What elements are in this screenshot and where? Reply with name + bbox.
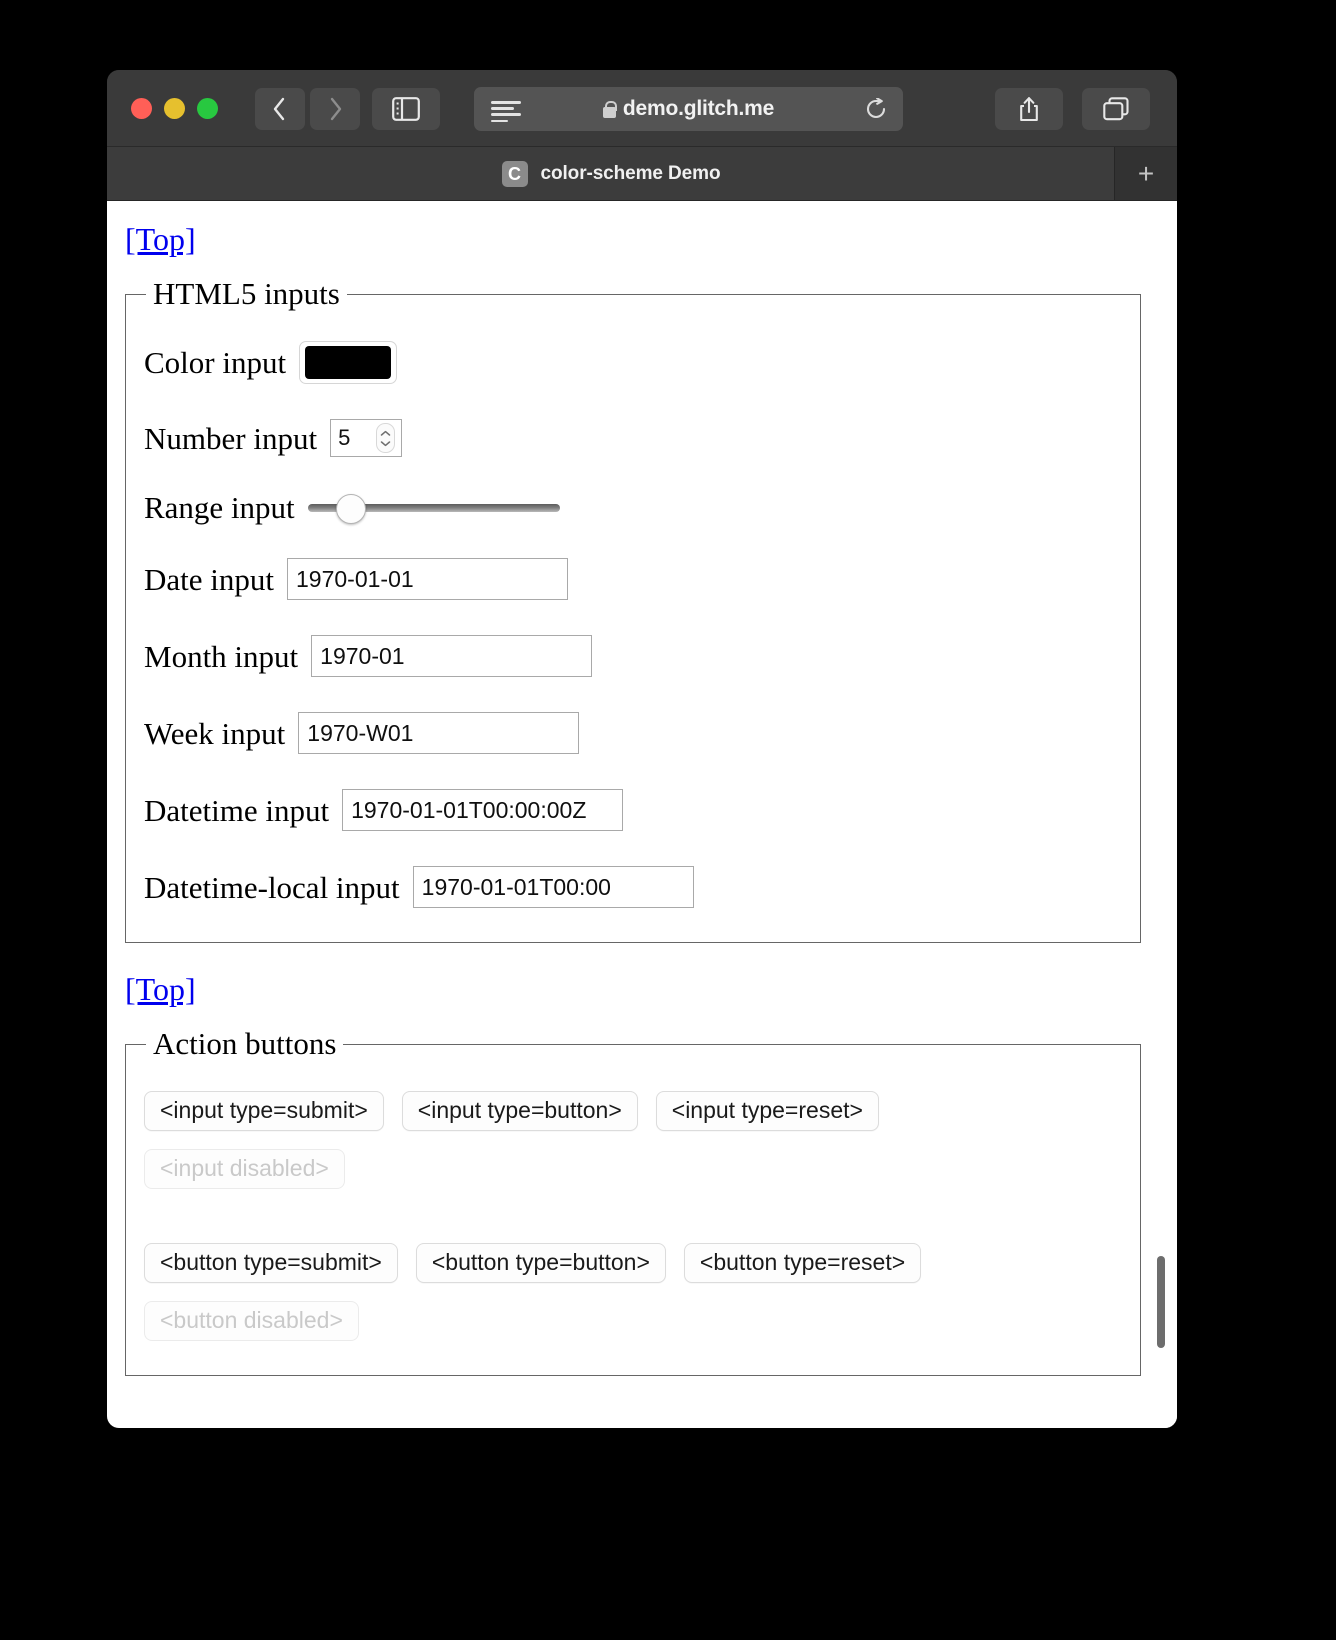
url-host: demo.glitch.me [622, 97, 775, 120]
datetime-input-value: 1970-01-01T00:00:00Z [351, 796, 587, 823]
window-controls [131, 98, 218, 119]
address-bar[interactable]: demo.glitch.me [474, 87, 903, 131]
month-input-label: Month input [144, 638, 299, 674]
url-text: demo.glitch.me [623, 97, 774, 121]
reload-icon[interactable] [865, 97, 887, 125]
back-button[interactable] [255, 88, 305, 130]
new-tab-button[interactable]: + [1114, 147, 1177, 200]
range-thumb[interactable] [335, 493, 366, 524]
field-row-range: Range input [144, 490, 1122, 526]
button-disabled-button: <button disabled> [144, 1301, 359, 1342]
field-row-color: Color input [144, 341, 1122, 385]
field-row-datetime: Datetime input 1970-01-01T00:00:00Z [144, 789, 1122, 832]
page-viewport: [Top] HTML5 inputs Color input Number in… [107, 201, 1177, 1428]
page-content: [Top] HTML5 inputs Color input Number in… [107, 201, 1177, 1428]
page-scrollbar-track[interactable] [1143, 201, 1177, 1428]
action-buttons-legend: Action buttons [153, 1026, 337, 1062]
top-link-container-1: [Top] [121, 201, 1141, 255]
html5-inputs-fieldset: HTML5 inputs Color input Number input 5 [125, 276, 1141, 944]
field-row-number: Number input 5 [144, 419, 1122, 458]
button-reset-button[interactable]: <button type=reset> [683, 1243, 922, 1284]
button-disabled-row: <button disabled> [144, 1301, 1122, 1342]
color-swatch-fill [305, 346, 392, 380]
input-disabled-button: <input disabled> [144, 1149, 345, 1190]
month-input-value: 1970-01 [320, 642, 405, 669]
range-input-label: Range input [144, 490, 295, 526]
action-buttons-body: <input type=submit> <input type=button> … [126, 1061, 1140, 1375]
favicon: C [501, 160, 528, 187]
field-row-datetime-local: Datetime-local input 1970-01-01T00:00 [144, 866, 1122, 909]
minimize-window-button[interactable] [164, 98, 185, 119]
forward-button[interactable] [310, 88, 360, 130]
button-submit-button[interactable]: <button type=submit> [144, 1243, 398, 1284]
date-input[interactable]: 1970-01-01 [287, 558, 568, 601]
input-buttons-row: <input type=submit> <input type=button> … [144, 1091, 1122, 1132]
date-input-value: 1970-01-01 [296, 565, 414, 592]
input-submit-button[interactable]: <input type=submit> [144, 1091, 384, 1132]
share-button[interactable] [995, 88, 1063, 130]
page-scrollbar-thumb[interactable] [1157, 1256, 1165, 1348]
color-input-label: Color input [144, 345, 287, 381]
datetime-input[interactable]: 1970-01-01T00:00:00Z [342, 789, 624, 832]
number-stepper[interactable] [376, 423, 396, 454]
field-row-month: Month input 1970-01 [144, 635, 1122, 678]
week-input[interactable]: 1970-W01 [298, 712, 580, 755]
month-input[interactable]: 1970-01 [311, 635, 593, 678]
html5-inputs-body: Color input Number input 5 Range input D… [126, 311, 1140, 942]
lock-icon [602, 100, 618, 118]
browser-toolbar: demo.glitch.me [107, 70, 1177, 147]
week-input-label: Week input [144, 715, 286, 751]
field-row-week: Week input 1970-W01 [144, 712, 1122, 755]
color-input[interactable] [299, 341, 398, 385]
number-input[interactable]: 5 [330, 419, 403, 458]
close-window-button[interactable] [131, 98, 152, 119]
html5-inputs-legend: HTML5 inputs [153, 276, 340, 311]
range-input[interactable] [307, 493, 560, 524]
safari-window: demo.glitch.me C color-scheme Demo + [To… [107, 70, 1177, 1428]
datetime-local-input[interactable]: 1970-01-01T00:00 [412, 866, 694, 909]
number-input-label: Number input [144, 420, 318, 456]
desktop-background: demo.glitch.me C color-scheme Demo + [To… [0, 0, 1336, 1640]
input-reset-button[interactable]: <input type=reset> [655, 1091, 879, 1132]
datetime-input-label: Datetime input [144, 792, 330, 828]
field-row-date: Date input 1970-01-01 [144, 558, 1122, 601]
action-buttons-fieldset: Action buttons <input type=submit> <inpu… [125, 1026, 1141, 1377]
input-disabled-row: <input disabled> [144, 1149, 1122, 1190]
datetime-local-input-value: 1970-01-01T00:00 [421, 873, 611, 900]
button-elements-row: <button type=submit> <button type=button… [144, 1243, 1122, 1284]
input-button-button[interactable]: <input type=button> [401, 1091, 638, 1132]
tab-title: color-scheme Demo [540, 162, 721, 184]
top-link-1[interactable]: [Top] [125, 223, 196, 255]
datetime-local-input-label: Datetime-local input [144, 869, 400, 905]
top-link-2[interactable]: [Top] [125, 973, 196, 1005]
number-input-value: 5 [338, 425, 351, 451]
week-input-value: 1970-W01 [307, 719, 414, 746]
date-input-label: Date input [144, 561, 274, 597]
sidebar-toggle-button[interactable] [372, 88, 440, 130]
tab-overview-button[interactable] [1082, 88, 1150, 130]
tab-bar: C color-scheme Demo + [107, 147, 1177, 201]
address-bar-content: demo.glitch.me [474, 87, 903, 131]
top-link-container-2: [Top] [121, 943, 1141, 1005]
tab-color-scheme-demo[interactable]: C color-scheme Demo [107, 147, 1115, 200]
button-button-button[interactable]: <button type=button> [415, 1243, 666, 1284]
maximize-window-button[interactable] [197, 98, 218, 119]
